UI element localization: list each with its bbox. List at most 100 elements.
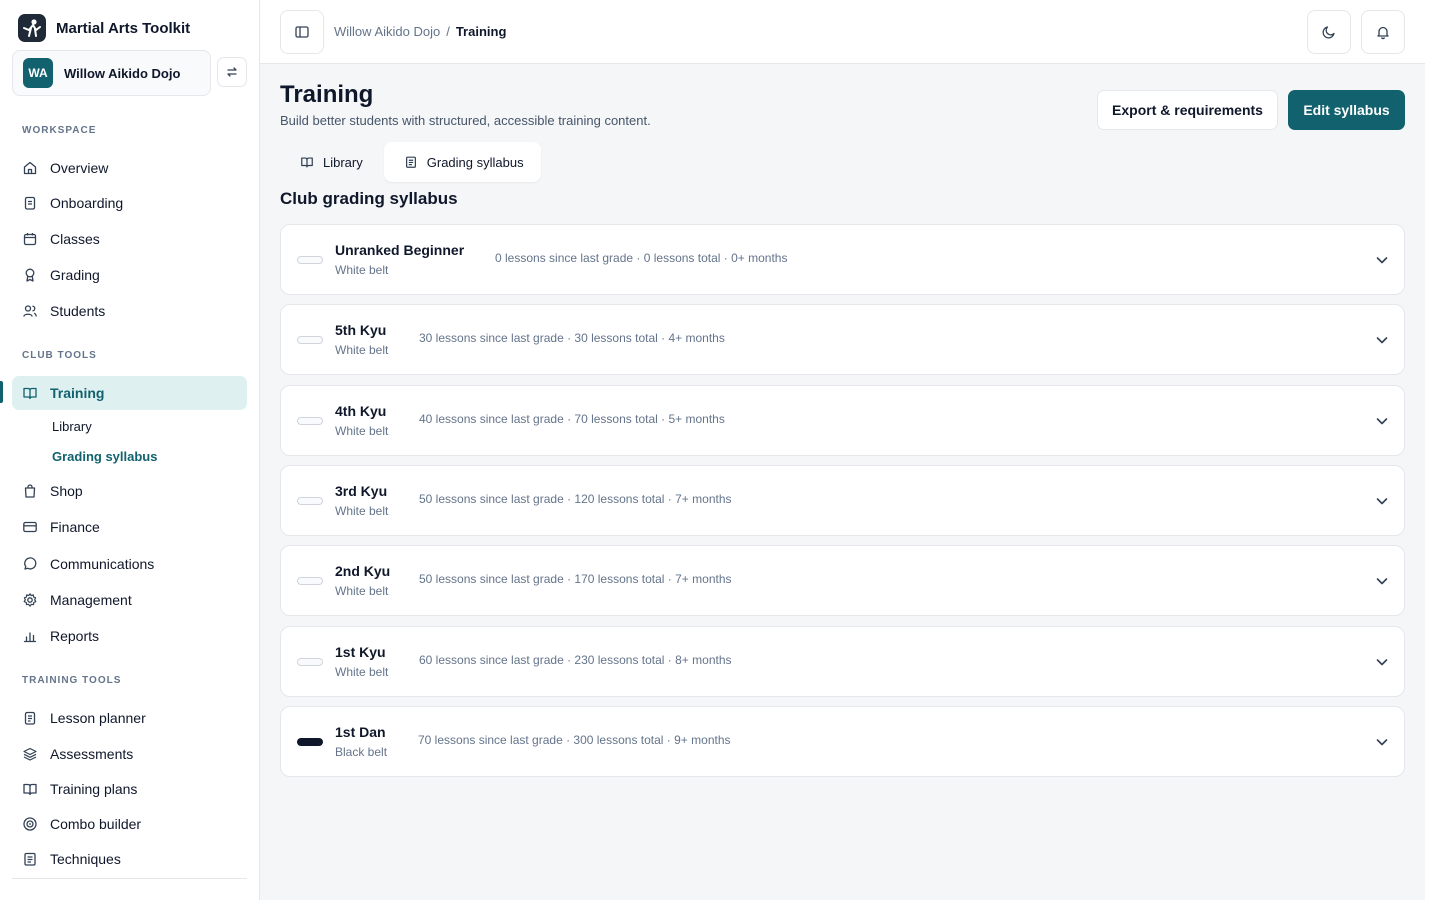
sidebar-item-communications[interactable]: Communications — [12, 547, 247, 581]
grade-belt: White belt — [335, 665, 389, 679]
section-label-training-tools: TRAINING TOOLS — [22, 675, 122, 686]
grade-name: 3rd Kyu — [335, 483, 388, 499]
brand[interactable]: Martial Arts Toolkit — [18, 14, 190, 42]
chevron-down-icon[interactable] — [1374, 573, 1390, 589]
sidebar-item-label: Management — [50, 592, 132, 608]
sidebar-item-label: Grading — [50, 267, 100, 283]
sidebar-item-students[interactable]: Students — [12, 294, 247, 328]
notifications-button[interactable] — [1361, 10, 1405, 54]
clipboard-list-icon — [22, 710, 38, 726]
window-edge — [1425, 0, 1440, 900]
org-switcher[interactable]: WA Willow Aikido Dojo — [12, 50, 211, 96]
sidebar-toggle-icon — [295, 26, 309, 38]
home-icon — [22, 160, 38, 176]
grade-belt: White belt — [335, 343, 389, 357]
belt-swatch — [297, 497, 323, 505]
sidebar-divider — [12, 878, 247, 879]
sidebar-item-label: Techniques — [50, 851, 121, 867]
grade-row-2nd-kyu[interactable]: 2nd Kyu White belt 50 lessons since last… — [280, 545, 1405, 616]
tab-grading-syllabus[interactable]: Grading syllabus — [383, 142, 541, 182]
grade-name: 4th Kyu — [335, 403, 387, 419]
sidebar-toggle-button[interactable] — [280, 10, 324, 54]
sidebar-item-label: Finance — [50, 519, 100, 535]
grade-row-3rd-kyu[interactable]: 3rd Kyu White belt 50 lessons since last… — [280, 465, 1405, 536]
martial-artist-logo-icon — [18, 14, 46, 42]
grade-requirements: 50 lessons since last grade · 120 lesson… — [419, 492, 732, 506]
sidebar-item-shop[interactable]: Shop — [12, 474, 247, 508]
sidebar-item-label: Assessments — [50, 746, 134, 762]
belt-swatch — [297, 336, 323, 344]
grade-belt: White belt — [335, 584, 389, 598]
grade-requirements: 60 lessons since last grade · 230 lesson… — [419, 653, 732, 667]
sidebar-item-label: Training — [50, 385, 105, 401]
grade-row-1st-kyu[interactable]: 1st Kyu White belt 60 lessons since last… — [280, 626, 1405, 697]
grade-row-4th-kyu[interactable]: 4th Kyu White belt 40 lessons since last… — [280, 385, 1405, 456]
sidebar-item-combo-builder[interactable]: Combo builder — [12, 807, 247, 841]
theme-toggle-button[interactable] — [1307, 10, 1351, 54]
sidebar-item-grading[interactable]: Grading — [12, 258, 247, 292]
grade-name: 1st Dan — [335, 724, 386, 740]
chevron-down-icon[interactable] — [1374, 332, 1390, 348]
sidebar-item-finance[interactable]: Finance — [12, 510, 247, 544]
grade-requirements: 30 lessons since last grade · 30 lessons… — [419, 331, 725, 345]
sidebar-item-label: Reports — [50, 628, 100, 644]
page-title: Training — [280, 81, 374, 108]
users-icon — [22, 303, 38, 319]
bar-chart-icon — [22, 628, 38, 644]
grade-row-1st-dan[interactable]: 1st Dan Black belt 70 lessons since last… — [280, 706, 1405, 777]
chevron-down-icon[interactable] — [1374, 734, 1390, 750]
sidebar-item-label: Shop — [50, 483, 83, 499]
switch-org-button[interactable] — [217, 57, 247, 87]
active-indicator — [0, 381, 3, 403]
belt-swatch — [297, 417, 323, 425]
org-name: Willow Aikido Dojo — [64, 65, 181, 81]
message-circle-icon — [22, 556, 38, 572]
grade-name: 5th Kyu — [335, 322, 387, 338]
chevron-down-icon[interactable] — [1374, 654, 1390, 670]
breadcrumb-org[interactable]: Willow Aikido Dojo — [334, 24, 440, 39]
app-name: Martial Arts Toolkit — [56, 19, 191, 37]
sidebar-subitem-library[interactable]: Library — [52, 419, 92, 434]
chevron-down-icon[interactable] — [1374, 493, 1390, 509]
sidebar-item-label: Combo builder — [50, 816, 142, 832]
tab-label: Grading syllabus — [426, 154, 524, 170]
sidebar-item-label: Onboarding — [50, 195, 124, 211]
org-avatar: WA — [23, 58, 53, 88]
gear-icon — [22, 592, 38, 608]
grade-row-5th-kyu[interactable]: 5th Kyu White belt 30 lessons since last… — [280, 304, 1405, 375]
breadcrumb-separator: / — [446, 24, 450, 39]
sidebar-subitem-grading-syllabus[interactable]: Grading syllabus — [52, 449, 157, 464]
file-text-icon — [22, 851, 38, 867]
sidebar-item-onboarding[interactable]: Onboarding — [12, 186, 247, 220]
tab-library[interactable]: Library — [280, 142, 380, 182]
grade-belt: White belt — [335, 263, 389, 277]
edit-syllabus-button[interactable]: Edit syllabus — [1288, 90, 1405, 130]
book-icon — [22, 781, 38, 797]
top-header: Willow Aikido Dojo / Training — [260, 0, 1425, 64]
sidebar-item-overview[interactable]: Overview — [12, 151, 247, 185]
sidebar-item-management[interactable]: Management — [12, 583, 247, 617]
sidebar-item-lesson-planner[interactable]: Lesson planner — [12, 701, 247, 735]
shopping-bag-icon — [22, 483, 38, 499]
grade-belt: White belt — [335, 504, 389, 518]
export-requirements-button[interactable]: Export & requirements — [1097, 90, 1278, 130]
target-icon — [22, 816, 38, 832]
sidebar-item-training[interactable]: Training — [12, 376, 247, 410]
sidebar-item-classes[interactable]: Classes — [12, 222, 247, 256]
grade-row-unranked-beginner[interactable]: Unranked Beginner White belt 0 lessons s… — [280, 224, 1405, 295]
grade-belt: Black belt — [335, 745, 388, 759]
chevron-down-icon[interactable] — [1374, 252, 1390, 268]
sidebar-item-assessments[interactable]: Assessments — [12, 737, 247, 771]
belt-swatch — [297, 256, 323, 264]
grade-requirements: 40 lessons since last grade · 70 lessons… — [419, 412, 725, 426]
file-text-icon — [405, 156, 416, 168]
sidebar-item-training-plans[interactable]: Training plans — [12, 772, 247, 806]
sidebar-item-reports[interactable]: Reports — [12, 619, 247, 653]
sidebar-item-techniques[interactable]: Techniques — [12, 842, 247, 876]
grade-name: 1st Kyu — [335, 644, 386, 660]
tab-label: Library — [323, 154, 363, 170]
breadcrumb-current: Training — [455, 24, 507, 39]
credit-card-icon — [22, 519, 38, 535]
clipboard-icon — [22, 195, 38, 211]
chevron-down-icon[interactable] — [1374, 413, 1390, 429]
